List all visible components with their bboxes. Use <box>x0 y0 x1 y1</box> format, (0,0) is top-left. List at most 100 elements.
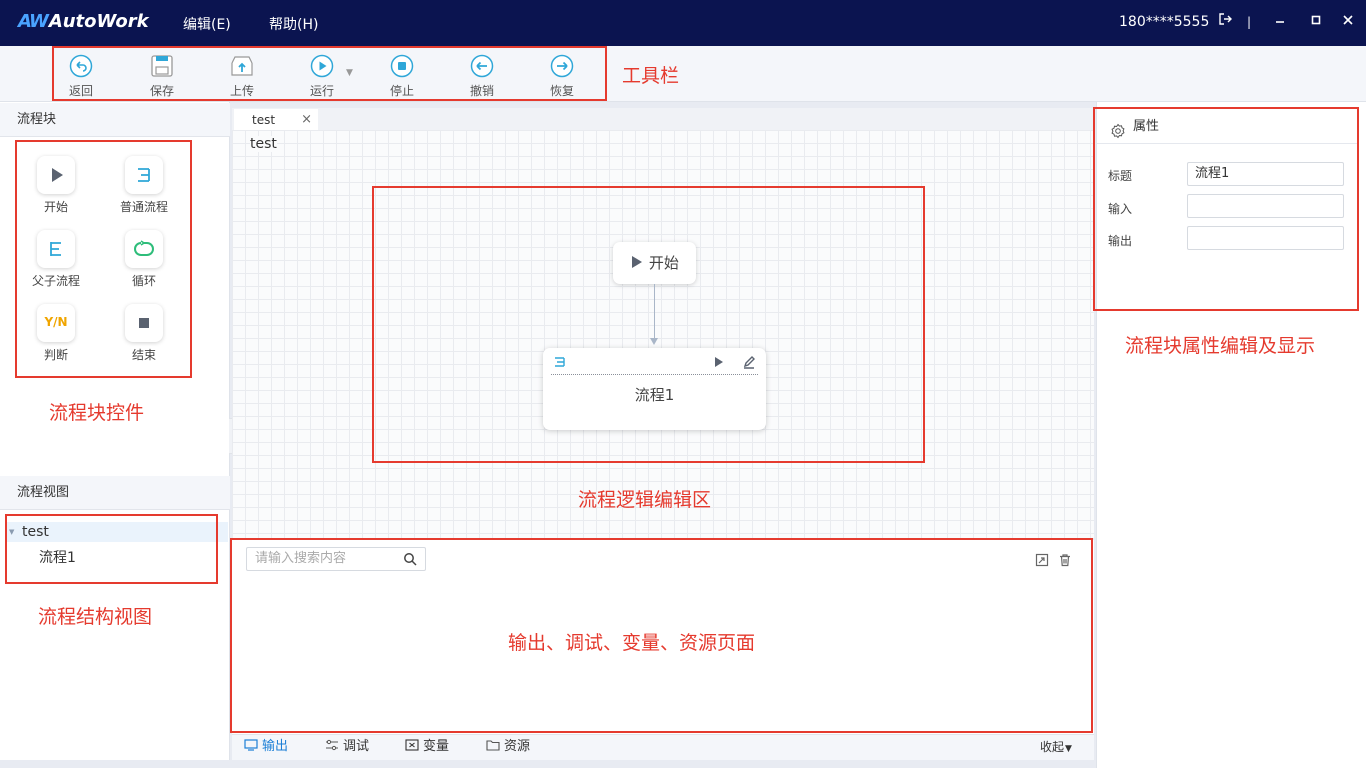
run-label: 运行 <box>309 84 334 98</box>
maximize-icon[interactable] <box>1306 12 1326 32</box>
flow-node-divider <box>551 374 758 375</box>
tab-debug-label: 调试 <box>343 739 370 754</box>
stop-button[interactable]: 停止 <box>378 54 426 99</box>
connector-arrow <box>650 338 658 345</box>
redo-button[interactable]: 恢复 <box>538 54 586 99</box>
tab-variables[interactable]: 变量 <box>405 736 449 758</box>
search-icon[interactable] <box>403 552 417 574</box>
properties-annotation: 流程块属性编辑及显示 <box>1125 335 1316 357</box>
tree-child-label: 流程1 <box>39 550 76 566</box>
tab-test[interactable]: test × <box>234 109 318 131</box>
parent-child-block-icon <box>37 230 75 268</box>
back-icon <box>69 54 93 78</box>
tree-expand-icon[interactable]: ▼ <box>9 522 14 542</box>
flow-canvas[interactable] <box>232 130 1094 538</box>
sliders-icon <box>326 739 338 751</box>
flow-node-type-icon <box>553 354 567 373</box>
stop-icon <box>390 54 414 78</box>
flow-node-edit-icon[interactable] <box>742 354 756 373</box>
search-placeholder: 请输入搜索内容 <box>255 551 347 566</box>
canvas-title: test <box>250 136 277 152</box>
run-button[interactable]: 运行 <box>298 54 346 99</box>
output-annotation: 输出、调试、变量、资源页面 <box>508 632 756 654</box>
flow-node-label: 流程1 <box>634 386 675 404</box>
save-button[interactable]: 保存 <box>138 54 186 99</box>
prop-title-label: 标题 <box>1108 169 1133 183</box>
blocks-annotation: 流程块控件 <box>49 402 145 424</box>
start-node[interactable]: 开始 <box>613 242 696 284</box>
upload-label: 上传 <box>229 84 254 98</box>
output-search-input[interactable]: 请输入搜索内容 <box>246 547 426 571</box>
blocks-panel-header: 流程块 <box>0 103 230 137</box>
collapse-output-label: 收起 <box>1040 740 1065 754</box>
tab-variables-label: 变量 <box>423 739 450 754</box>
loop-block-icon <box>125 230 163 268</box>
flow-block-icon <box>125 156 163 194</box>
variable-icon <box>405 739 419 751</box>
tab-debug[interactable]: 调试 <box>325 736 369 758</box>
close-icon[interactable] <box>1338 12 1358 32</box>
undo-button[interactable]: 撤销 <box>458 54 506 99</box>
trash-icon[interactable] <box>1058 552 1072 571</box>
upload-button[interactable]: 上传 <box>218 54 266 99</box>
block-end-label: 结束 <box>131 348 156 362</box>
menu-help[interactable]: 帮助(H) <box>269 14 318 34</box>
block-end[interactable]: 结束 <box>108 304 180 363</box>
monitor-icon <box>244 739 258 751</box>
prop-input-field[interactable] <box>1187 194 1344 218</box>
app-logo: AW AutoWork <box>18 11 149 32</box>
prop-input-label: 输入 <box>1108 202 1133 216</box>
upload-icon <box>231 56 253 76</box>
connector-line <box>654 284 655 340</box>
tab-output-label: 输出 <box>262 739 289 754</box>
tree-item-flow1[interactable]: 流程1 <box>6 548 228 568</box>
tab-close-icon[interactable]: × <box>301 109 312 131</box>
block-normal-flow-label: 普通流程 <box>119 200 168 214</box>
settings-icon <box>1110 119 1126 153</box>
block-loop[interactable]: 循环 <box>108 230 180 289</box>
tab-test-label: test <box>252 113 276 127</box>
prop-title-input[interactable]: 流程1 <box>1187 162 1344 186</box>
flow-node-run-icon[interactable] <box>712 354 726 373</box>
save-icon <box>151 55 173 77</box>
play-icon <box>310 54 334 78</box>
stop-label: 停止 <box>389 84 414 98</box>
tab-resources[interactable]: 资源 <box>486 736 530 758</box>
block-loop-label: 循环 <box>131 274 156 288</box>
decision-block-icon: Y/N <box>37 304 75 342</box>
minimize-icon[interactable] <box>1270 12 1290 32</box>
end-block-icon <box>125 304 163 342</box>
flow-node[interactable]: 流程1 <box>543 348 766 430</box>
run-dropdown-icon[interactable]: ▼ <box>346 68 353 78</box>
start-block-icon <box>37 156 75 194</box>
prop-output-field[interactable] <box>1187 226 1344 250</box>
block-start[interactable]: 开始 <box>20 156 92 215</box>
redo-icon <box>550 54 574 78</box>
start-node-label: 开始 <box>648 254 679 272</box>
collapse-output-button[interactable]: 收起▼ <box>1040 736 1072 758</box>
user-account[interactable]: 180****5555 <box>1119 14 1209 30</box>
block-start-label: 开始 <box>43 200 68 214</box>
separator-icon: | <box>1246 15 1252 29</box>
block-parent-child-label: 父子流程 <box>31 274 80 288</box>
editor-annotation: 流程逻辑编辑区 <box>578 489 712 511</box>
caret-down-icon: ▼ <box>1065 744 1072 754</box>
properties-title: 属性 <box>1133 119 1160 134</box>
toolbar-annotation: 工具栏 <box>622 65 680 87</box>
tab-resources-label: 资源 <box>504 739 531 754</box>
start-node-play-icon <box>632 256 643 268</box>
block-normal-flow[interactable]: 普通流程 <box>108 156 180 215</box>
save-label: 保存 <box>149 84 174 98</box>
structure-annotation: 流程结构视图 <box>38 606 153 628</box>
back-button[interactable]: 返回 <box>57 54 105 99</box>
undo-label: 撤销 <box>469 84 494 98</box>
back-label: 返回 <box>68 84 93 98</box>
block-decision[interactable]: Y/N 判断 <box>20 304 92 363</box>
export-icon[interactable] <box>1035 552 1049 571</box>
tab-output[interactable]: 输出 <box>244 736 288 758</box>
tree-root-label: test <box>22 524 49 540</box>
tree-item-root[interactable]: ▼ test <box>6 522 228 542</box>
logout-icon[interactable] <box>1215 12 1235 32</box>
block-parent-child[interactable]: 父子流程 <box>20 230 92 289</box>
menu-edit[interactable]: 编辑(E) <box>183 14 231 34</box>
